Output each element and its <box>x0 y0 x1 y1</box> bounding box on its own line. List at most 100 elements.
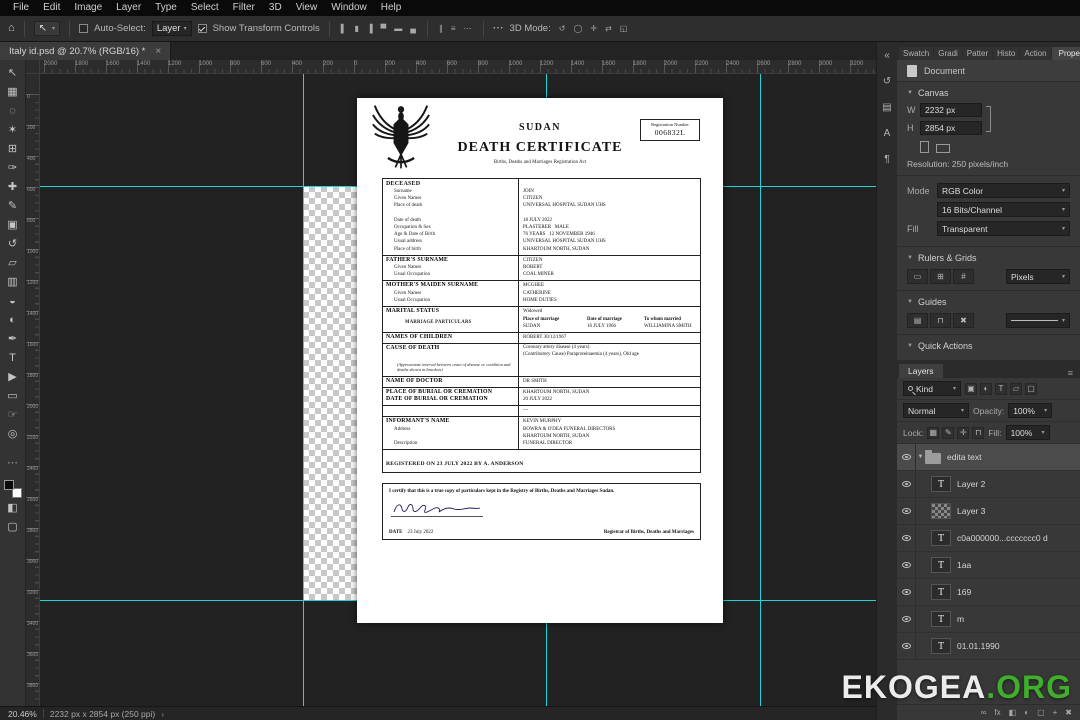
lasso-tool[interactable]: ◌ <box>1 101 25 120</box>
guides-section-header[interactable]: ▼ Guides <box>907 294 1070 310</box>
home-icon[interactable]: ⌂ <box>8 23 15 34</box>
filter-type-layers-icon[interactable]: T <box>995 382 1007 395</box>
group-expand-icon[interactable]: ▼ <box>916 454 925 460</box>
bit-depth-select[interactable]: 16 Bits/Channel ▾ <box>937 202 1070 217</box>
history-panel-icon[interactable]: ↺ <box>883 76 891 87</box>
lock-guides-icon[interactable]: ⊓ <box>930 313 951 328</box>
canvas-height-input[interactable]: 2854 px <box>920 121 982 135</box>
menu-item[interactable]: Window <box>324 0 374 16</box>
canvas-width-input[interactable]: 2232 px <box>920 103 982 117</box>
units-select[interactable]: Pixels ▾ <box>1006 269 1070 284</box>
filter-pixel-layers-icon[interactable]: ▣ <box>965 382 977 395</box>
filter-shape-layers-icon[interactable]: ▱ <box>1010 382 1022 395</box>
layer-row[interactable]: T 1aa <box>897 552 1080 579</box>
path-selection-tool[interactable]: ▶ <box>1 367 25 386</box>
menu-item[interactable]: Select <box>184 0 226 16</box>
paragraph-panel-icon[interactable]: ¶ <box>884 154 889 165</box>
align-center-h-icon[interactable]: ▮ <box>352 24 360 33</box>
type-tool[interactable]: T <box>1 348 25 367</box>
panel-tab[interactable]: Patter <box>962 47 993 60</box>
quick-mask-icon[interactable]: ◧ <box>1 498 25 517</box>
align-left-icon[interactable]: ▌ <box>339 24 349 33</box>
menu-item[interactable]: Edit <box>36 0 67 16</box>
quick-selection-tool[interactable]: ✶ <box>1 120 25 139</box>
more-options-icon[interactable]: ⋯ <box>493 23 504 34</box>
link-dimensions-icon[interactable] <box>986 106 991 132</box>
vertical-ruler[interactable]: 0 200 400 600 800 1000 1200 1400 1600 1800 2000 220… <box>26 74 40 706</box>
layer-row[interactable]: T Layer 2 <box>897 471 1080 498</box>
brush-tool[interactable]: ✎ <box>1 196 25 215</box>
status-menu-arrow-icon[interactable]: › <box>161 709 164 719</box>
clear-guides-icon[interactable]: ✖ <box>953 313 974 328</box>
layer-visibility-toggle[interactable] <box>897 633 916 659</box>
adjustment-layer-icon[interactable]: ◐ <box>1024 708 1029 717</box>
gradient-tool[interactable]: ▥ <box>1 272 25 291</box>
link-layers-icon[interactable]: ∞ <box>981 708 987 717</box>
menu-item[interactable]: Layer <box>109 0 148 16</box>
lock-pixels-icon[interactable]: ✎ <box>942 426 955 439</box>
lock-position-icon[interactable]: ✛ <box>957 426 970 439</box>
color-swatches[interactable] <box>3 480 22 498</box>
eyedropper-tool[interactable]: ✑ <box>1 158 25 177</box>
menu-item[interactable]: View <box>289 0 325 16</box>
layer-visibility-toggle[interactable] <box>897 471 916 497</box>
align-bottom-icon[interactable]: ▄ <box>408 24 418 33</box>
toggle-guides-icon[interactable]: ▤ <box>907 313 928 328</box>
panel-tab[interactable]: Swatch <box>899 47 934 60</box>
blur-tool[interactable]: ◒ <box>1 291 25 310</box>
snap-icon[interactable]: # <box>953 269 974 284</box>
layer-visibility-toggle[interactable] <box>897 579 916 605</box>
align-top-icon[interactable]: ▀ <box>379 24 389 33</box>
lock-all-icon[interactable]: ⊓ <box>972 426 985 439</box>
menu-item[interactable]: Image <box>67 0 109 16</box>
menu-item[interactable]: File <box>6 0 36 16</box>
collapse-panels-icon[interactable]: « <box>884 50 890 61</box>
portrait-orientation-button[interactable] <box>920 141 929 153</box>
panel-tab[interactable]: Properties <box>1051 47 1080 60</box>
layer-row[interactable]: ▼ edita text <box>897 444 1080 471</box>
auto-select-target-select[interactable]: Layer ▾ <box>151 21 192 36</box>
info-panel-icon[interactable]: ▤ <box>882 102 891 113</box>
align-right-icon[interactable]: ▐ <box>365 24 375 33</box>
layer-filter-kind-select[interactable]: Kind ▾ <box>903 381 961 396</box>
show-transform-checkbox[interactable] <box>197 24 207 33</box>
layer-visibility-toggle[interactable] <box>897 606 916 632</box>
quick-actions-section-header[interactable]: ▼ Quick Actions <box>907 338 1070 354</box>
shape-tool[interactable]: ▭ <box>1 386 25 405</box>
blend-mode-select[interactable]: Normal ▾ <box>903 403 969 418</box>
healing-brush-tool[interactable]: ✚ <box>1 177 25 196</box>
3d-drag-icon[interactable]: ✛ <box>588 24 599 33</box>
menu-item[interactable]: Type <box>148 0 184 16</box>
menu-item[interactable]: 3D <box>262 0 289 16</box>
edit-toolbar-icon[interactable]: ⋯ <box>1 453 25 472</box>
layer-row[interactable]: T c0a000000...ccccccc0 d <box>897 525 1080 552</box>
distribute-vertical-icon[interactable]: ∥ <box>437 24 445 33</box>
lock-transparency-icon[interactable]: ▦ <box>927 426 940 439</box>
filter-smart-objects-icon[interactable]: ▢ <box>1025 382 1037 395</box>
layer-mask-icon[interactable]: ◧ <box>1009 708 1017 717</box>
opacity-input[interactable]: 100% ▾ <box>1008 403 1053 418</box>
marquee-tool[interactable]: ▦ <box>1 82 25 101</box>
distribute-horizontal-icon[interactable]: ≡ <box>449 24 458 33</box>
filter-adjustment-layers-icon[interactable]: ◐ <box>980 382 992 395</box>
panel-tab[interactable]: Action <box>1020 47 1051 60</box>
layer-row[interactable]: T m <box>897 606 1080 633</box>
rulers-grids-section-header[interactable]: ▼ Rulers & Grids <box>907 250 1070 266</box>
layer-visibility-toggle[interactable] <box>897 498 916 524</box>
guide-vertical[interactable] <box>760 74 761 706</box>
layer-visibility-toggle[interactable] <box>897 552 916 578</box>
3d-slide-icon[interactable]: ⇄ <box>603 24 614 33</box>
color-mode-select[interactable]: RGB Color ▾ <box>937 183 1070 198</box>
layer-row[interactable]: T 169 <box>897 579 1080 606</box>
3d-roll-icon[interactable]: ◯ <box>571 24 584 33</box>
move-tool[interactable]: ↖ <box>1 63 25 82</box>
auto-select-checkbox[interactable] <box>79 24 89 33</box>
pen-tool[interactable]: ✒ <box>1 329 25 348</box>
panel-tab[interactable]: Gradi <box>934 47 962 60</box>
3d-rotate-icon[interactable]: ↺ <box>557 24 568 33</box>
close-tab-icon[interactable]: × <box>155 46 161 57</box>
distribute-spacing-icon[interactable]: ⋯ <box>462 24 474 33</box>
delete-layer-icon[interactable]: ✖ <box>1065 708 1072 717</box>
layer-visibility-toggle[interactable] <box>897 525 916 551</box>
history-brush-tool[interactable]: ↺ <box>1 234 25 253</box>
